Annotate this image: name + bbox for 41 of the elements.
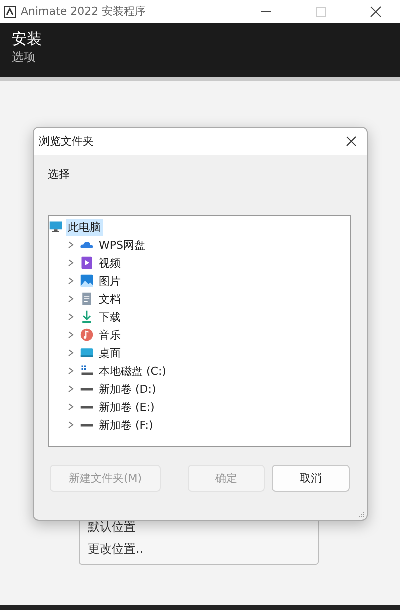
tree-item[interactable]: 新加卷 (E:) (97, 398, 157, 416)
tree-item[interactable]: 桌面 (97, 344, 123, 362)
monitor-icon (49, 220, 63, 234)
chevron-icon[interactable] (67, 403, 75, 411)
close-icon[interactable] (370, 6, 382, 18)
close-icon[interactable] (346, 136, 357, 147)
app-icon (4, 6, 16, 18)
picture-icon (80, 274, 94, 288)
drive-icon (80, 364, 94, 378)
tree-item[interactable]: 新加卷 (F:) (97, 416, 156, 434)
download-icon (80, 310, 94, 324)
header-title: 安装 (12, 29, 43, 49)
tree-item[interactable]: 此电脑 (66, 218, 103, 236)
chevron-icon[interactable] (67, 295, 75, 303)
tree-item[interactable]: 文档 (97, 290, 123, 308)
window-title: Animate 2022 安装程序 (21, 4, 146, 19)
menu-item[interactable]: 更改位置.. (80, 538, 318, 560)
tree-item[interactable]: 新加卷 (D:) (97, 380, 158, 398)
chevron-icon[interactable] (67, 385, 75, 393)
prompt-label: 选择 (48, 167, 71, 181)
tree-item[interactable]: 音乐 (97, 326, 123, 344)
chevron-icon[interactable] (67, 421, 75, 429)
video-icon (80, 256, 94, 270)
chevron-icon[interactable] (67, 241, 75, 249)
chevron-icon[interactable] (67, 259, 75, 267)
chevron-icon[interactable] (67, 331, 75, 339)
chevron-icon[interactable] (67, 367, 75, 375)
music-icon (80, 328, 94, 342)
header-subtitle: 选项 (12, 49, 37, 65)
tree-item[interactable]: 下载 (97, 308, 123, 326)
desktop-icon (80, 346, 94, 360)
tree-item[interactable]: 视频 (97, 254, 123, 272)
chevron-icon[interactable] (67, 313, 75, 321)
tree-item[interactable]: WPS网盘 (97, 236, 148, 254)
dialog-title: 浏览文件夹 (39, 134, 94, 149)
tree-item[interactable]: 图片 (97, 272, 123, 290)
document-icon (80, 292, 94, 306)
cancel-button[interactable]: 取消 (272, 465, 350, 492)
tree-item[interactable]: 本地磁盘 (C:) (97, 362, 168, 380)
chevron-icon[interactable] (67, 277, 75, 285)
chevron-icon[interactable] (67, 349, 75, 357)
